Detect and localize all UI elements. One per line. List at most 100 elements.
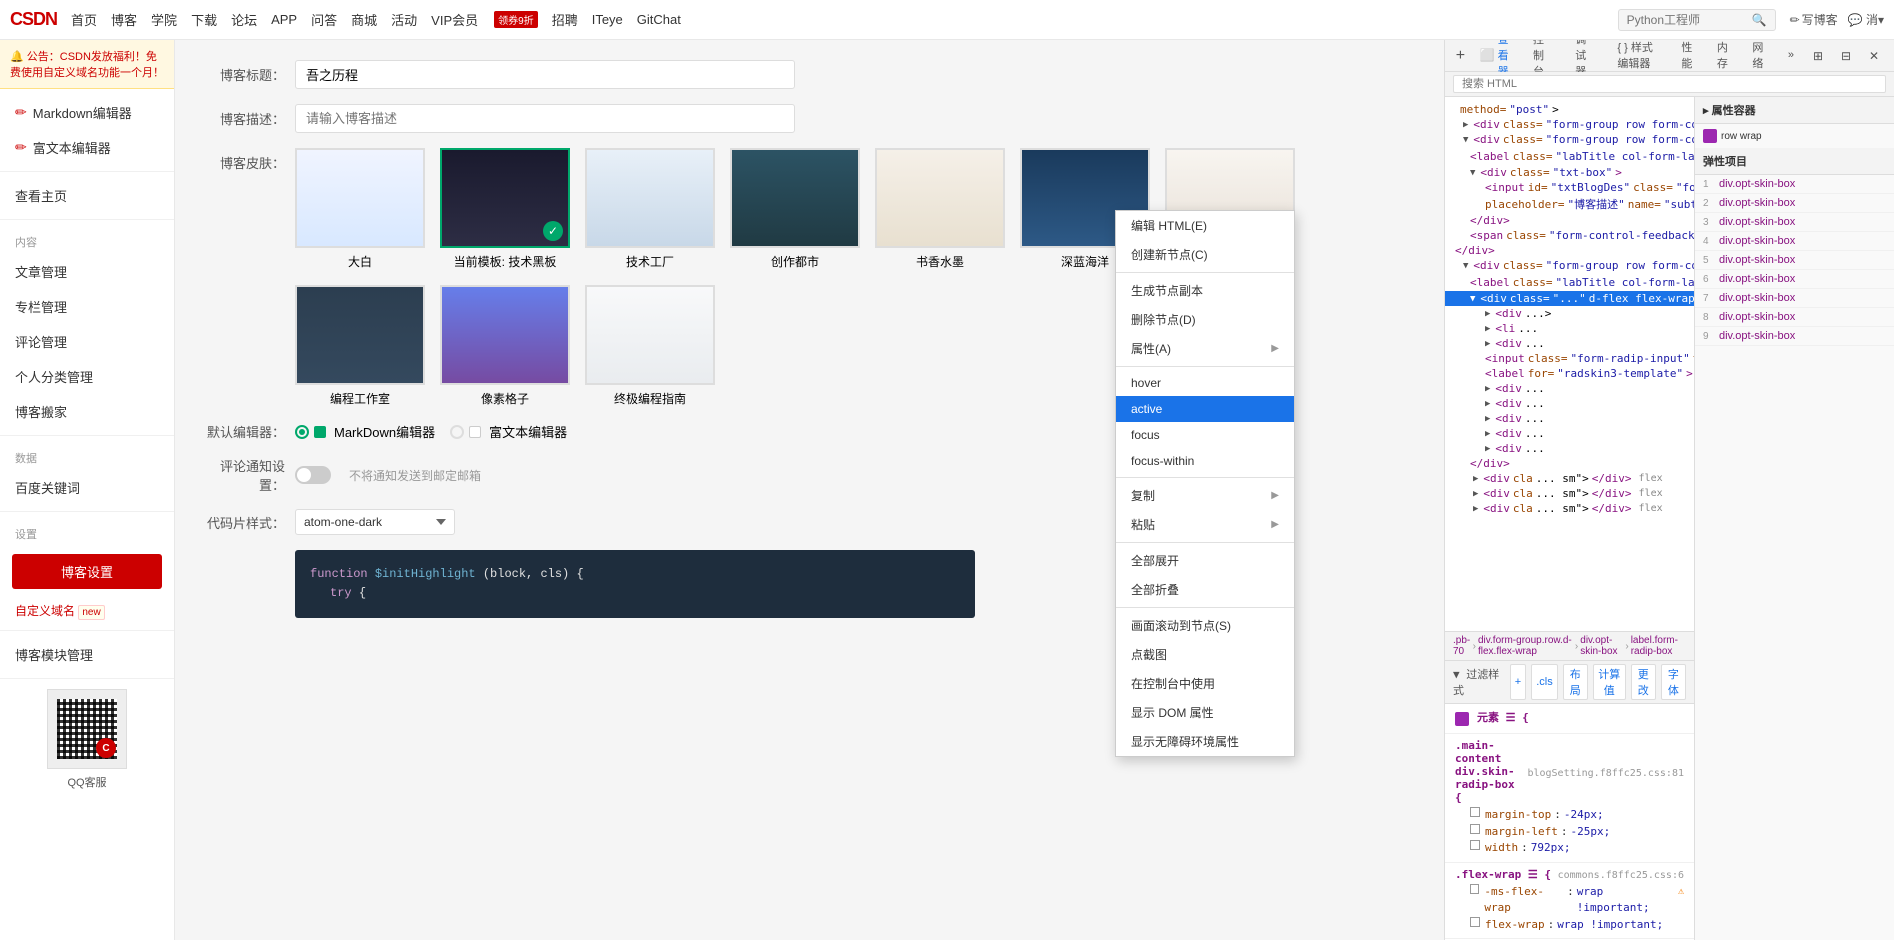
desc-input[interactable] — [295, 104, 795, 133]
html-line-method[interactable]: method="post"> — [1445, 102, 1694, 117]
flex-item-4[interactable]: 4 div.opt-skin-box — [1695, 232, 1894, 251]
devtools-close-btn[interactable]: ✕ — [1862, 44, 1886, 68]
context-menu-copy[interactable]: 复制 ▶ — [1116, 481, 1294, 510]
context-menu-focus-within[interactable]: focus-within — [1116, 448, 1294, 474]
flex-item-2[interactable]: 2 div.opt-skin-box — [1695, 194, 1894, 213]
devtools-tab-style-editor[interactable]: { } 样式编辑器 — [1607, 34, 1669, 78]
flex-item-3[interactable]: 3 div.opt-skin-box — [1695, 213, 1894, 232]
breadcrumb-div-form[interactable]: div.form-group.row.d-flex.flex-wrap — [1478, 635, 1573, 657]
styles-font-btn[interactable]: 字体 — [1661, 664, 1686, 700]
devtools-split-btn[interactable]: ⊟ — [1834, 44, 1858, 68]
styles-change-btn[interactable]: 更改 — [1631, 664, 1656, 700]
sidebar-markdown-editor[interactable]: ✏ Markdown编辑器 — [0, 95, 174, 130]
styles-calc-btn[interactable]: 计算值 — [1593, 664, 1626, 700]
search-input[interactable] — [1627, 13, 1747, 27]
html-line-div-sub5[interactable]: ▶<div ... — [1445, 411, 1694, 426]
comment-toggle[interactable] — [295, 466, 331, 484]
skin-coding[interactable]: 编程工作室 — [295, 285, 425, 407]
sidebar-article-mgmt[interactable]: 文章管理 — [0, 254, 174, 289]
context-menu-duplicate[interactable]: 生成节点副本 — [1116, 276, 1294, 305]
context-menu-delete[interactable]: 删除节点(D) — [1116, 305, 1294, 334]
html-line-input-radio[interactable]: <input class="form-radip-input" type="ra… — [1445, 351, 1694, 366]
context-menu-expand-all[interactable]: 全部展开 — [1116, 546, 1294, 575]
nav-activity[interactable]: 活动 — [391, 10, 417, 29]
html-line-close-fg2[interactable]: </div> — [1445, 243, 1694, 258]
context-menu-screenshot[interactable]: 点截图 — [1116, 640, 1294, 669]
html-line-label-desc[interactable]: <label class="labTitle col-form-label" f… — [1445, 147, 1694, 165]
nav-forum[interactable]: 论坛 — [231, 10, 257, 29]
skin-photo[interactable]: 像素格子 — [440, 285, 570, 407]
context-menu-active[interactable]: active — [1116, 396, 1294, 422]
sidebar-module-mgmt[interactable]: 博客模块管理 — [0, 637, 174, 672]
nav-academy[interactable]: 学院 — [151, 10, 177, 29]
devtools-tab-performance[interactable]: 性能 — [1671, 34, 1704, 78]
styles-cls-btn[interactable]: .cls — [1531, 664, 1558, 700]
sidebar-column-mgmt[interactable]: 专栏管理 — [0, 289, 174, 324]
nav-app[interactable]: APP — [271, 12, 297, 27]
flex-item-6[interactable]: 6 div.opt-skin-box — [1695, 270, 1894, 289]
html-line-div-sub3[interactable]: ▶<div ... — [1445, 381, 1694, 396]
html-line-close-skin[interactable]: </div> — [1445, 456, 1694, 471]
context-menu-show-accessibility[interactable]: 显示无障碍环境属性 — [1116, 727, 1294, 756]
html-line-skin-wrap[interactable]: ▼ <div class="..." d-flex flex-wrap> fle… — [1445, 291, 1694, 306]
nav-blog[interactable]: 博客 — [111, 10, 137, 29]
html-line-label-skin[interactable]: <label class="labTitle col-form-label">博… — [1445, 273, 1694, 291]
skin-ink[interactable]: 书香水墨 — [875, 148, 1005, 270]
devtools-tab-more[interactable]: » — [1778, 44, 1804, 68]
qq-service-link[interactable]: QQ客服 — [15, 774, 159, 790]
html-line-input-blog[interactable]: <input id="txtBlogDes" class="form-contr… — [1445, 180, 1694, 195]
flex-item-8[interactable]: 8 div.opt-skin-box — [1695, 308, 1894, 327]
skin-dabai[interactable]: 大白 — [295, 148, 425, 270]
skin-ultimate[interactable]: 终极编程指南 — [585, 285, 715, 407]
skin-factory[interactable]: 技术工厂 — [585, 148, 715, 270]
html-line-div-sub6[interactable]: ▶<div ... — [1445, 426, 1694, 441]
breadcrumb-label[interactable]: label.form-radip-box — [1631, 635, 1686, 657]
nav-job[interactable]: 招聘 — [552, 10, 578, 29]
custom-domain-link[interactable]: 自定义域名 new — [0, 597, 174, 624]
nav-iteye[interactable]: ITeye — [592, 12, 623, 27]
context-menu-edit-html[interactable]: 编辑 HTML(E) — [1116, 211, 1294, 240]
nav-gitchat[interactable]: GitChat — [637, 12, 681, 27]
context-menu-collapse-all[interactable]: 全部折叠 — [1116, 575, 1294, 604]
html-line-div-sub2[interactable]: ▶ <div ... — [1445, 336, 1694, 351]
context-menu-attribute[interactable]: 属性(A) ▶ — [1116, 334, 1294, 363]
blog-settings-btn[interactable]: 博客设置 — [12, 554, 162, 589]
nav-qa[interactable]: 问答 — [311, 10, 337, 29]
breadcrumb-div-opt[interactable]: div.opt-skin-box — [1580, 635, 1623, 657]
html-line-input-placeholder[interactable]: placeholder="博客描述" name="subtitle" value… — [1445, 195, 1694, 213]
sidebar-baidu-keywords[interactable]: 百度关键词 — [0, 470, 174, 505]
flex-item-1[interactable]: 1 div.opt-skin-box — [1695, 175, 1894, 194]
sidebar-comment-mgmt[interactable]: 评论管理 — [0, 324, 174, 359]
html-line-fg1[interactable]: ▶ <div class="form-group row form-contro… — [1445, 117, 1694, 132]
html-line-label-rad[interactable]: <label for="radskin3-template"> ☰ </labe… — [1445, 366, 1694, 381]
context-menu-use-in-console[interactable]: 在控制台中使用 — [1116, 669, 1294, 698]
nav-download[interactable]: 下载 — [191, 10, 217, 29]
sidebar-blog-move[interactable]: 博客搬家 — [0, 394, 174, 429]
html-line-fg6[interactable]: ▶ <div cla ... sm"> </div> flex — [1445, 501, 1694, 516]
html-line-fg3[interactable]: ▼ <div class="form-group row form-contro… — [1445, 258, 1694, 273]
write-blog-btn[interactable]: ✏ 写博客 — [1790, 11, 1838, 28]
breadcrumb-pb70[interactable]: .pb-70 — [1453, 635, 1471, 657]
flex-item-9[interactable]: 9 div.opt-skin-box — [1695, 327, 1894, 346]
code-style-select[interactable]: atom-one-dark atom-one-light github mono… — [295, 509, 455, 535]
devtools-tab-memory[interactable]: 内存 — [1707, 34, 1740, 78]
skin-creative[interactable]: 创作都市 — [730, 148, 860, 270]
context-menu-create-node[interactable]: 创建新节点(C) — [1116, 240, 1294, 269]
html-line-div-sub7[interactable]: ▶<div ... — [1445, 441, 1694, 456]
brand-logo[interactable]: CSDN — [10, 9, 57, 30]
nav-vip[interactable]: VIP会员 — [431, 10, 478, 29]
context-menu-scroll-to[interactable]: 画面滚动到节点(S) — [1116, 611, 1294, 640]
html-search-input[interactable] — [1453, 75, 1886, 93]
styles-layout-btn[interactable]: 布局 — [1563, 664, 1588, 700]
devtools-add-btn[interactable]: + — [1453, 44, 1468, 68]
html-tree[interactable]: method="post"> ▶ <div class="form-group … — [1445, 97, 1694, 631]
search-icon[interactable]: 🔍 — [1752, 13, 1767, 27]
html-line-li[interactable]: ▶ <li ... — [1445, 321, 1694, 336]
title-input[interactable] — [295, 60, 795, 89]
styles-add-btn[interactable]: + — [1510, 664, 1526, 700]
context-menu-paste[interactable]: 粘贴 ▶ — [1116, 510, 1294, 539]
context-menu-show-dom[interactable]: 显示 DOM 属性 — [1116, 698, 1294, 727]
html-line-fg4[interactable]: ▶ <div cla ... sm"> </div> flex — [1445, 471, 1694, 486]
html-line-span-feedback[interactable]: <span class="form-control-feedback"></sp… — [1445, 228, 1694, 243]
devtools-tab-network[interactable]: 网络 — [1742, 34, 1775, 78]
